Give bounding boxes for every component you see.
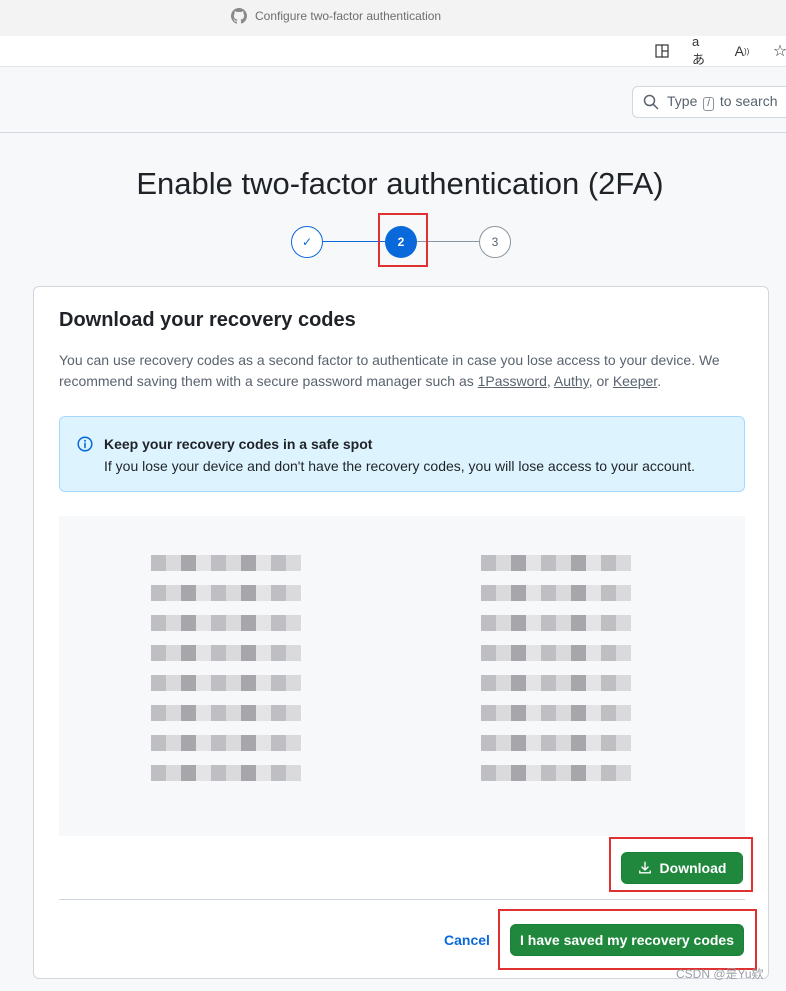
flash-body: If you lose your device and don't have t… (104, 458, 695, 474)
split-screen-icon[interactable] (652, 41, 672, 61)
annotation-highlight-download (609, 837, 753, 892)
stepper-line-complete (323, 241, 385, 242)
link-authy[interactable]: Authy (554, 373, 589, 389)
site-header: Type / to search (0, 67, 786, 133)
browser-toolbar: aあ A)) ☆ (0, 34, 786, 67)
recovery-code-redacted (481, 645, 631, 661)
recovery-code-redacted (151, 705, 301, 721)
recovery-code-redacted (481, 555, 631, 571)
annotation-highlight-step (378, 213, 428, 267)
github-icon (231, 8, 247, 24)
recovery-code-redacted (151, 555, 301, 571)
codes-column-left (151, 555, 301, 795)
search-prefix: Type (667, 93, 698, 109)
recovery-code-redacted (151, 675, 301, 691)
recovery-codes-list (59, 516, 745, 836)
card-description: You can use recovery codes as a second f… (59, 352, 720, 389)
cancel-button[interactable]: Cancel (444, 932, 490, 948)
recovery-code-redacted (151, 615, 301, 631)
search-shortcut-key: / (703, 97, 715, 111)
recovery-code-redacted (151, 645, 301, 661)
browser-titlebar: Configure two-factor authentication (0, 0, 786, 36)
checkmark-icon: ✓ (301, 235, 313, 249)
recovery-code-redacted (151, 585, 301, 601)
page-title: Enable two-factor authentication (2FA) (136, 166, 664, 201)
link-1password[interactable]: 1Password (478, 373, 547, 389)
annotation-highlight-saved (498, 909, 757, 970)
step-3-pending: 3 (479, 226, 511, 258)
search-suffix: to search (719, 93, 778, 109)
browser-tab-title: Configure two-factor authentication (255, 9, 442, 23)
recovery-code-redacted (481, 765, 631, 781)
read-aloud-icon[interactable]: A)) (732, 41, 752, 61)
card-divider (59, 899, 745, 900)
recovery-code-redacted (151, 765, 301, 781)
info-icon (77, 436, 93, 452)
flash-title: Keep your recovery codes in a safe spot (104, 436, 373, 452)
recovery-code-redacted (481, 585, 631, 601)
translate-icon[interactable]: aあ (692, 34, 712, 67)
recovery-code-redacted (481, 675, 631, 691)
codes-column-right (481, 555, 631, 795)
recovery-code-redacted (151, 735, 301, 751)
step-1-complete: ✓ (291, 226, 323, 258)
recovery-code-redacted (481, 615, 631, 631)
card-title: Download your recovery codes (59, 309, 356, 331)
search-input[interactable]: Type / to search (632, 86, 786, 118)
recovery-code-redacted (481, 735, 631, 751)
search-icon (643, 94, 659, 110)
link-keeper[interactable]: Keeper (613, 373, 657, 389)
step-3-label: 3 (491, 235, 499, 249)
browser-tab[interactable]: Configure two-factor authentication (231, 8, 441, 24)
recovery-code-redacted (481, 705, 631, 721)
watermark: CSDN @是Yu欸 (676, 967, 764, 981)
info-flash: Keep your recovery codes in a safe spot … (59, 416, 745, 492)
favorite-star-icon[interactable]: ☆ (770, 41, 786, 61)
